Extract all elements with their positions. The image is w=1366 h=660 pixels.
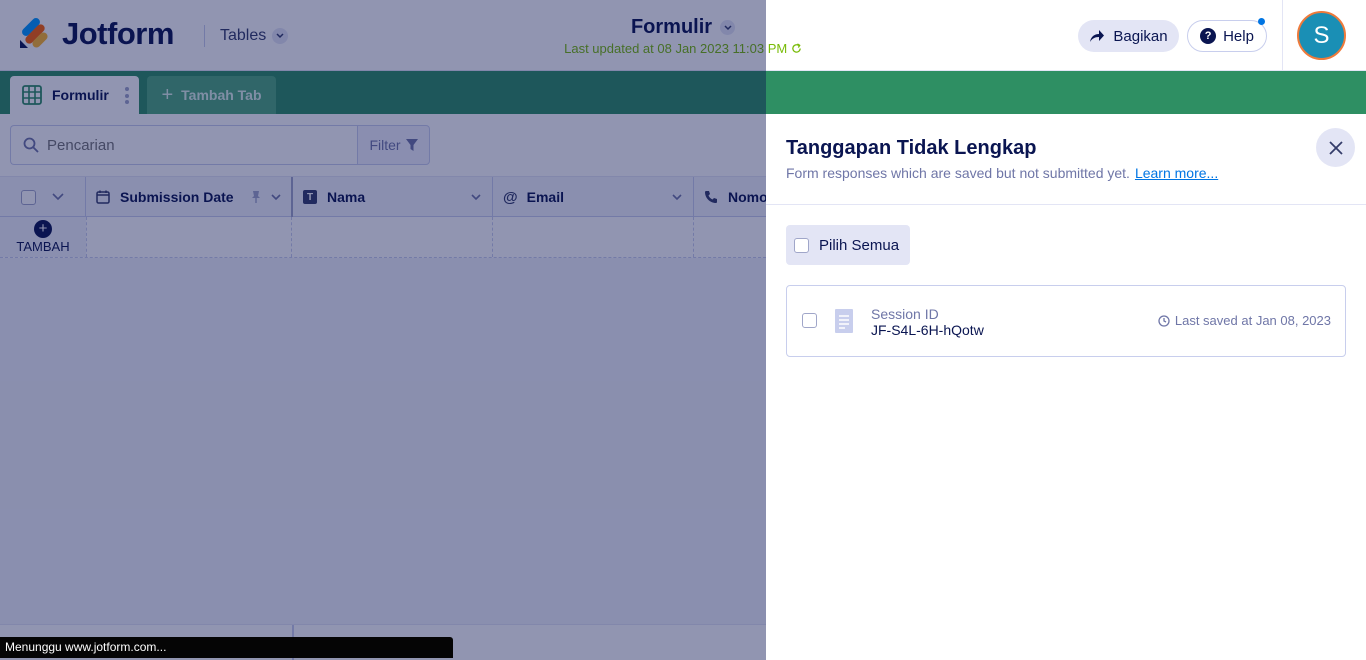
select-all-checkbox[interactable] bbox=[794, 237, 809, 253]
header-divider-right bbox=[1282, 0, 1283, 71]
panel-divider bbox=[766, 204, 1366, 205]
panel-subtitle: Form responses which are saved but not s… bbox=[786, 165, 1218, 181]
session-checkbox[interactable] bbox=[802, 313, 817, 328]
document-icon bbox=[835, 309, 853, 333]
help-button[interactable]: ? Help bbox=[1187, 20, 1267, 52]
select-all-button[interactable]: Pilih Semua bbox=[786, 225, 910, 265]
help-icon: ? bbox=[1200, 28, 1217, 44]
learn-more-link[interactable]: Learn more... bbox=[1135, 165, 1218, 181]
session-id-label: Session ID bbox=[871, 306, 939, 322]
last-saved: Last saved at Jan 08, 2023 bbox=[1158, 313, 1331, 328]
user-avatar[interactable]: S bbox=[1297, 11, 1346, 60]
refresh-icon[interactable] bbox=[791, 43, 802, 54]
last-saved-text: Last saved at Jan 08, 2023 bbox=[1174, 313, 1331, 328]
select-all-label: Pilih Semua bbox=[819, 236, 900, 254]
incomplete-responses-panel: Tanggapan Tidak Lengkap Form responses w… bbox=[766, 117, 1366, 660]
panel-title: Tanggapan Tidak Lengkap bbox=[786, 137, 1037, 159]
panel-subtitle-text: Form responses which are saved but not s… bbox=[786, 165, 1130, 181]
modal-backdrop[interactable] bbox=[0, 0, 766, 660]
share-button[interactable]: Bagikan bbox=[1078, 20, 1179, 52]
share-label: Bagikan bbox=[1113, 27, 1168, 45]
session-item[interactable]: Session ID JF-S4L-6H-hQotw Last saved at… bbox=[786, 285, 1346, 357]
share-icon bbox=[1090, 30, 1105, 42]
notification-dot bbox=[1258, 18, 1265, 25]
clock-icon bbox=[1158, 314, 1170, 327]
close-button[interactable] bbox=[1316, 128, 1355, 167]
browser-status-bar: Menunggu www.jotform.com... bbox=[0, 637, 453, 658]
help-label: Help bbox=[1223, 27, 1254, 45]
close-icon bbox=[1328, 140, 1343, 155]
session-id-value: JF-S4L-6H-hQotw bbox=[871, 322, 984, 338]
